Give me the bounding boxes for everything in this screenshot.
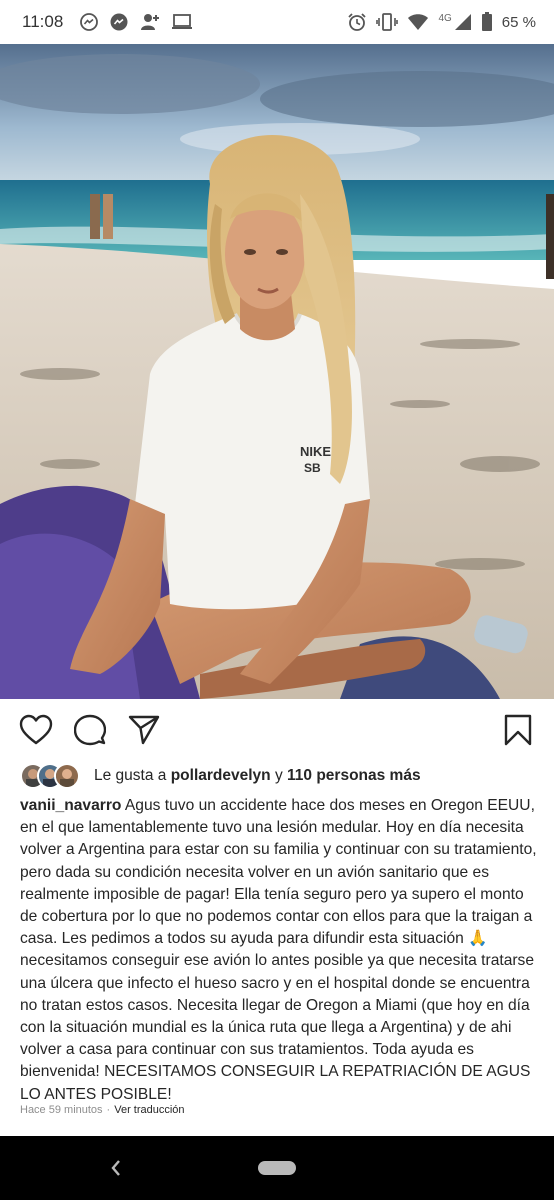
like-button[interactable] [18, 712, 54, 748]
messenger-icon [109, 12, 129, 32]
signal-icon [454, 13, 472, 31]
battery-icon [481, 12, 493, 32]
caption-text: Agus tuvo un accidente hace dos meses en… [20, 797, 537, 1103]
home-pill-button[interactable] [258, 1161, 296, 1175]
likes-summary[interactable]: Le gusta a pollardevelyn y 110 personas … [20, 761, 421, 791]
share-button[interactable] [126, 712, 162, 748]
chevron-left-icon [111, 1160, 120, 1176]
save-button[interactable] [500, 712, 536, 748]
likes-count[interactable]: 110 personas más [287, 767, 421, 785]
shirt-text-sb: SB [304, 461, 321, 475]
heart-icon [19, 714, 53, 745]
alarm-icon [347, 12, 367, 32]
likes-prefix: Le gusta a [94, 767, 171, 784]
add-person-icon [139, 12, 161, 32]
network-type-label: 4G [438, 12, 452, 24]
caption-username[interactable]: vanii_navarro [20, 797, 121, 814]
avatar [54, 763, 80, 789]
see-translation-link[interactable]: Ver traducción [114, 1104, 184, 1116]
post-caption: vanii_navarro Agus tuvo un accidente hac… [20, 795, 540, 1106]
liked-by-username[interactable]: pollardevelyn [171, 767, 271, 785]
send-icon [128, 715, 160, 745]
system-nav-bar [0, 1136, 554, 1200]
status-bar: 11:08 4G 65 % [0, 0, 554, 44]
bookmark-icon [504, 714, 532, 746]
liker-avatars [20, 763, 80, 789]
vibrate-icon [376, 12, 399, 32]
post-timestamp: Hace 59 minutos [20, 1104, 103, 1116]
likes-joiner: y [270, 767, 288, 784]
comment-icon [74, 714, 106, 746]
shirt-text-nike: NIKE [300, 444, 331, 459]
status-time: 11:08 [22, 12, 64, 31]
messenger-icon [79, 12, 99, 32]
wifi-icon [407, 13, 429, 31]
battery-percent: 65 % [501, 13, 536, 31]
post-photo[interactable]: NIKE SB [0, 44, 554, 699]
post-meta: Hace 59 minutos · Ver traducción [20, 1104, 185, 1116]
comment-button[interactable] [72, 712, 108, 748]
post-action-bar [0, 699, 554, 761]
meta-separator: · [106, 1104, 111, 1116]
back-button[interactable] [104, 1156, 128, 1180]
laptop-icon [171, 13, 193, 31]
